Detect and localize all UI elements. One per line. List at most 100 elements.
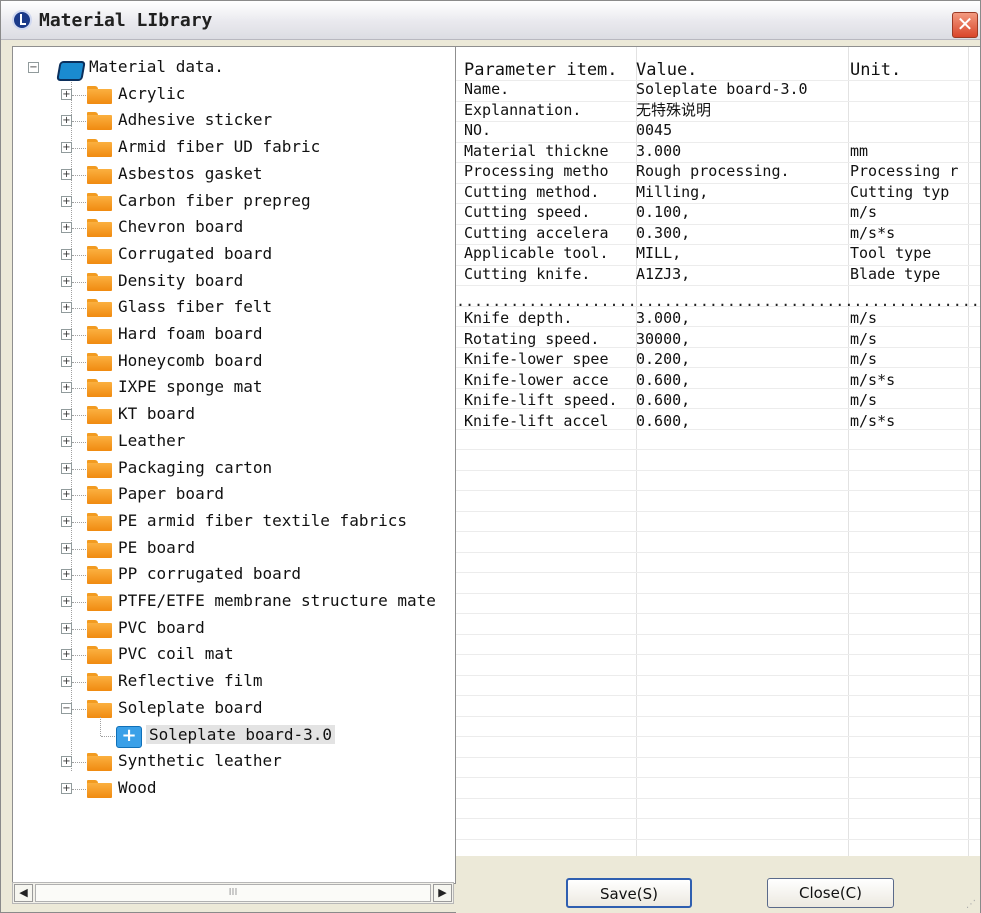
tree-item-category[interactable]: + Glass fiber felt (13, 295, 453, 321)
tree-item-label: Wood (118, 777, 157, 797)
tree-item-category[interactable]: + Synthetic leather (13, 749, 453, 775)
grid-cell: 0.600, (636, 411, 691, 430)
tree-item-category[interactable]: + Armid fiber UD fabric (13, 135, 453, 161)
expand-toggle-icon[interactable]: + (61, 489, 72, 501)
tree-connector-line (72, 548, 86, 550)
expand-toggle-icon[interactable]: + (61, 756, 72, 768)
grid-row-divider (456, 449, 980, 450)
resize-grip-icon[interactable]: ⋰ (966, 899, 978, 911)
grid-cell: Soleplate board-3.0 (636, 80, 808, 98)
tree-item-label: Reflective film (118, 671, 263, 691)
tree-item-category[interactable]: + Adhesive sticker (13, 108, 453, 134)
tree-connector-line (72, 148, 86, 150)
expand-toggle-icon[interactable]: + (61, 302, 72, 314)
folder-icon (87, 219, 112, 238)
expand-toggle-icon[interactable]: + (61, 676, 72, 688)
expand-toggle-icon[interactable]: + (61, 88, 72, 100)
tree-item-category[interactable]: + Hard foam board (13, 322, 453, 348)
tree-item-label: Armid fiber UD fabric (118, 137, 321, 157)
scroll-thumb[interactable]: III (35, 884, 431, 902)
save-button[interactable]: Save(S) (566, 878, 692, 908)
expand-toggle-icon[interactable]: + (61, 382, 72, 394)
expand-toggle-icon[interactable]: + (61, 248, 72, 260)
tree-item-category[interactable]: + Reflective film (13, 669, 453, 695)
folder-icon (87, 673, 112, 692)
folder-icon (87, 646, 112, 665)
tree-horizontal-scrollbar[interactable]: ◀ III ▶ (12, 882, 454, 904)
title-bar[interactable]: Material LIbrary ✕ (1, 1, 980, 40)
tree-item-label: Asbestos gasket (118, 163, 263, 183)
collapse-toggle-icon[interactable]: − (61, 702, 72, 714)
expand-toggle-icon[interactable]: + (61, 168, 72, 180)
tree-item-category[interactable]: + PVC coil mat (13, 642, 453, 668)
tree-item-category[interactable]: + Density board (13, 269, 453, 295)
scroll-right-arrow-icon[interactable]: ▶ (433, 884, 452, 902)
window-close-button[interactable]: ✕ (952, 12, 978, 38)
tree-item-category[interactable]: + Leather (13, 429, 453, 455)
tree-item-category[interactable]: + Corrugated board (13, 242, 453, 268)
collapse-toggle-icon[interactable]: − (28, 62, 39, 73)
expand-toggle-icon[interactable]: + (61, 462, 72, 474)
tree-item-category[interactable]: + Honeycomb board (13, 349, 453, 375)
expand-toggle-icon[interactable]: + (61, 782, 72, 794)
window-title: Material LIbrary (39, 10, 213, 31)
folder-icon (87, 192, 112, 211)
tree-connector-line (72, 708, 86, 710)
tree-item-category[interactable]: + PVC board (13, 616, 453, 642)
expand-toggle-icon[interactable]: + (61, 222, 72, 234)
expand-toggle-icon[interactable]: + (61, 622, 72, 634)
grid-row-divider (456, 531, 980, 532)
tree-item-category[interactable]: + Wood (13, 776, 453, 802)
tree-item-category[interactable]: + PTFE/ETFE membrane structure mate (13, 589, 453, 615)
grid-cell: 0.300, (636, 223, 691, 242)
tree-item-category[interactable]: + Chevron board (13, 215, 453, 241)
expand-toggle-icon[interactable]: + (61, 355, 72, 367)
database-icon (56, 58, 86, 81)
tree-item-category[interactable]: + KT board (13, 402, 453, 428)
tree-item-category[interactable]: + Paper board (13, 482, 453, 508)
tree-connector-line (72, 682, 86, 684)
expand-toggle-icon[interactable]: + (61, 569, 72, 581)
tree-item-category[interactable]: − Soleplate board (13, 696, 453, 722)
tree-item-category[interactable]: + IXPE sponge mat (13, 375, 453, 401)
folder-icon (87, 272, 112, 291)
expand-toggle-icon[interactable]: + (61, 142, 72, 154)
expand-toggle-icon[interactable]: + (61, 542, 72, 554)
expand-toggle-icon[interactable]: + (61, 435, 72, 447)
expand-toggle-icon[interactable]: + (61, 649, 72, 661)
folder-icon (87, 352, 112, 371)
grid-header-cell: Unit. (850, 60, 902, 80)
tree-item-label: PVC board (118, 617, 205, 637)
grid-cell: Processing r (850, 162, 959, 180)
grid-row-divider (456, 654, 980, 655)
grid-row-divider (456, 592, 980, 594)
expand-toggle-icon[interactable]: + (61, 329, 72, 340)
tree-item-material[interactable]: + Soleplate board-3.0 (13, 716, 453, 749)
tree-item-category[interactable]: + PP corrugated board (13, 562, 453, 588)
tree-item-category[interactable]: + PE board (13, 536, 453, 562)
expand-toggle-icon[interactable]: + (61, 195, 72, 207)
tree-item-category[interactable]: + Packaging carton (13, 456, 453, 482)
scroll-left-arrow-icon[interactable]: ◀ (14, 884, 33, 902)
expand-toggle-icon[interactable]: + (61, 115, 72, 127)
expand-toggle-icon[interactable]: + (61, 409, 72, 421)
tree-root[interactable]: − Material data. (13, 55, 453, 81)
tree-item-category[interactable]: + PE armid fiber textile fabrics (13, 509, 453, 535)
tree-connector-line (72, 335, 86, 336)
folder-icon (87, 539, 112, 558)
expand-toggle-icon[interactable]: + (61, 275, 72, 287)
tree-item-label: Hard foam board (118, 324, 263, 343)
expand-toggle-icon[interactable]: + (61, 515, 72, 527)
folder-icon (87, 486, 112, 505)
close-button[interactable]: Close(C) (767, 878, 894, 908)
material-tree: − Material data. + Acrylic + Adhesive sticker… (12, 46, 456, 884)
tree-connector-line (72, 468, 86, 470)
tree-item-category[interactable]: + Acrylic (13, 82, 453, 108)
grid-cell: Cutting typ (850, 182, 950, 201)
tree-item-category[interactable]: + Carbon fiber prepreg (13, 189, 453, 215)
tree-item-category[interactable]: + Asbestos gasket (13, 162, 453, 188)
tree-connector-line (72, 575, 86, 577)
grid-cell: Processing metho (464, 162, 609, 180)
tree-connector-line (72, 281, 86, 283)
expand-toggle-icon[interactable]: + (61, 596, 72, 607)
